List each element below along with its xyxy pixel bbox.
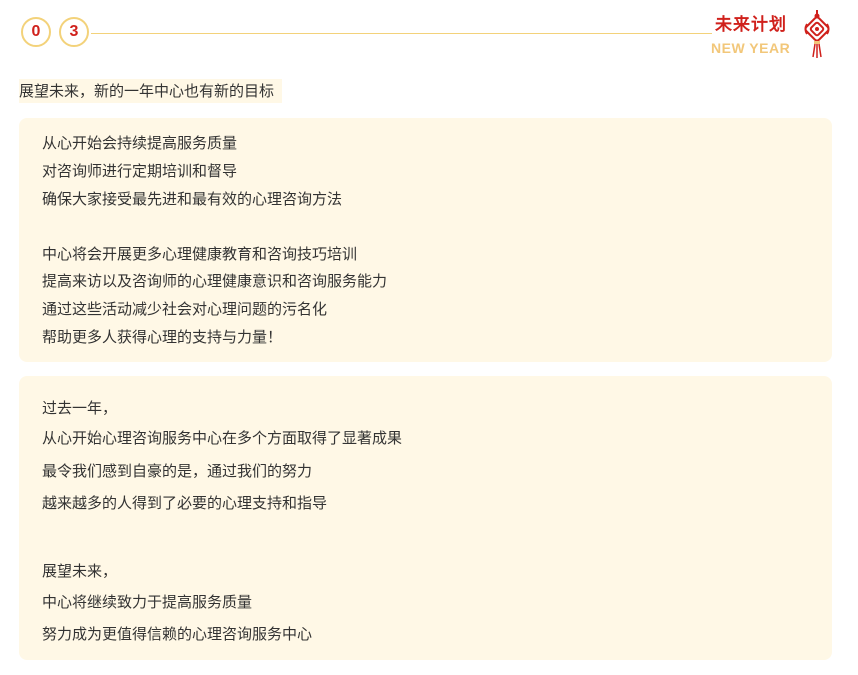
goals-card: 从心开始会持续提高服务质量 对咨询师进行定期培训和督导 确保大家接受最先进和最有… bbox=[19, 118, 832, 362]
section-header: 0 3 未来计划 NEW YEAR bbox=[0, 0, 858, 70]
card-text-line: 越来越多的人得到了必要的心理支持和指导 bbox=[42, 494, 328, 512]
card-text-line: 通过这些活动减少社会对心理问题的污名化 bbox=[42, 300, 328, 318]
card-text-line: 努力成为更值得信赖的心理咨询服务中心 bbox=[42, 625, 313, 643]
card-text-line: 对咨询师进行定期培训和督导 bbox=[42, 162, 238, 180]
section-title: 未来计划 bbox=[715, 15, 787, 35]
chinese-knot-icon bbox=[804, 10, 830, 58]
card-text-line: 确保大家接受最先进和最有效的心理咨询方法 bbox=[42, 190, 343, 208]
card-text-line: 帮助更多人获得心理的支持与力量！ bbox=[42, 328, 283, 346]
section-subtitle: NEW YEAR bbox=[711, 40, 791, 56]
intro-text: 展望未来，新的一年中心也有新的目标 bbox=[19, 79, 283, 103]
card-text-line: 从心开始心理咨询服务中心在多个方面取得了显著成果 bbox=[42, 429, 403, 447]
header-divider bbox=[91, 33, 712, 34]
card-text-line: 中心将会开展更多心理健康教育和咨询技巧培训 bbox=[42, 245, 358, 263]
section-number-digit: 3 bbox=[59, 17, 89, 47]
summary-card: 过去一年， 从心开始心理咨询服务中心在多个方面取得了显著成果 最令我们感到自豪的… bbox=[19, 376, 832, 660]
section-number-digit: 0 bbox=[21, 17, 51, 47]
card-text-line: 中心将继续致力于提高服务质量 bbox=[42, 593, 253, 611]
card-text-line: 提高来访以及咨询师的心理健康意识和咨询服务能力 bbox=[42, 272, 388, 290]
card-text-line: 过去一年， bbox=[42, 399, 118, 417]
card-text-line: 最令我们感到自豪的是，通过我们的努力 bbox=[42, 462, 313, 480]
card-text-line: 从心开始会持续提高服务质量 bbox=[42, 134, 238, 152]
card-text-line: 展望未来， bbox=[42, 562, 118, 580]
